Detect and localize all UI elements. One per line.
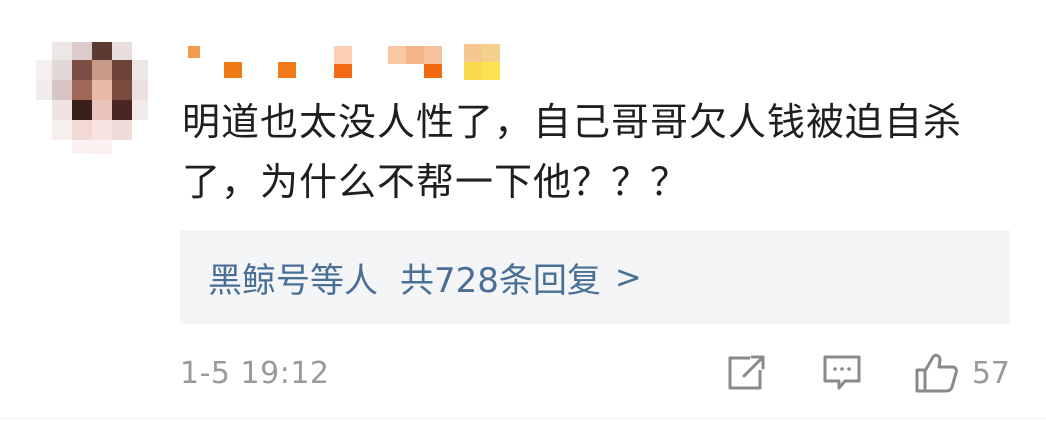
share-edit-icon[interactable]: [726, 354, 766, 392]
divider: [0, 418, 1046, 419]
username[interactable]: [188, 42, 518, 82]
comment-bubble-icon[interactable]: [822, 354, 862, 392]
reply-authors: 黑鲸号等人: [208, 260, 378, 301]
replies-summary-button[interactable]: 黑鲸号等人 共728条回复 >: [180, 230, 1010, 324]
timestamp: 1-5 19:12: [180, 355, 330, 391]
thumbs-up-icon[interactable]: [914, 352, 960, 394]
reply-count: 共728条回复: [400, 260, 601, 301]
comment-actions: 57: [726, 352, 1010, 394]
comment-footer: 1-5 19:12 57: [180, 350, 1010, 396]
like-count: 57: [971, 355, 1010, 391]
comment-card: 明道也太没人性了，自己哥哥欠人钱被迫自杀了，为什么不帮一下他？？？ 黑鲸号等人 …: [0, 0, 1046, 430]
chevron-right-icon: >: [614, 258, 642, 296]
avatar[interactable]: [36, 36, 154, 154]
comment-text: 明道也太没人性了，自己哥哥欠人钱被迫自杀了，为什么不帮一下他？？？: [182, 100, 963, 204]
